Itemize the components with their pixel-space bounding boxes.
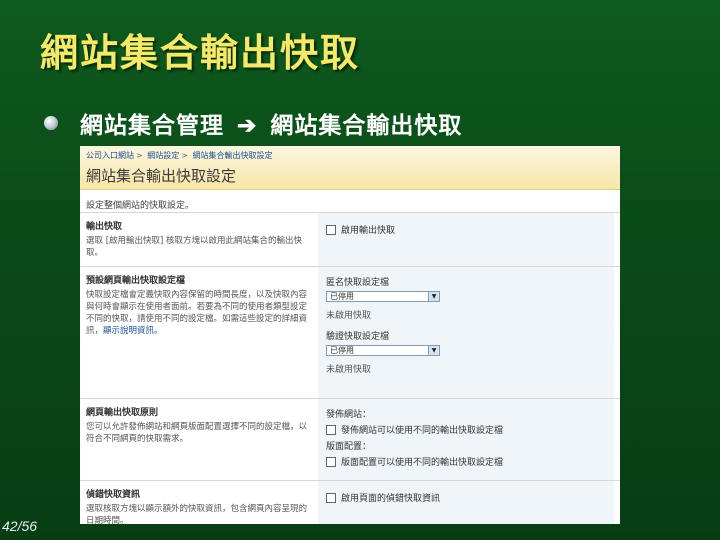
publishing-site-label: 發佈網站： [326, 410, 372, 420]
cache-status-note: 未啟用快取 [326, 311, 372, 321]
checkbox-icon[interactable] [326, 224, 336, 235]
publishing-site-checkbox[interactable]: 發佈網站可以使用不同的輸出快取設定檔 [326, 423, 606, 436]
section-default-cache-profile: 預設網頁輸出快取設定檔 快取設定檔會定義快取內容保留的時間長度，以及快取內容與何… [80, 266, 620, 399]
section-debug-cache-info: 偵錯快取資訊 選取核取方塊以顯示額外的快取資訊，包含網頁內容呈現的日期時間。 啟… [80, 480, 620, 524]
section-title: 預設網頁輸出快取設定檔 [86, 276, 186, 286]
section-description: 您可以允許發佈網站和網頁版面配置選擇不同的設定檔，以符合不同網頁的快取需求。 [86, 422, 308, 444]
section-title: 輸出快取 [86, 222, 123, 232]
debug-cache-checkbox[interactable]: 啟用頁面的偵錯快取資訊 [326, 491, 606, 504]
checkbox-icon[interactable] [326, 456, 336, 467]
bullet-left-text: 網站集合管理 [80, 112, 224, 139]
breadcrumb-item: 網站集合輸出快取設定 [192, 151, 273, 160]
section-description: 選取核取方塊以顯示額外的快取資訊，包含網頁內容呈現的日期時間。 [86, 504, 308, 524]
page-title: 網站集合輸出快取設定 [86, 167, 237, 185]
bullet-item: 網站集合管理 ➔ 網站集合輸出快取 [44, 106, 462, 140]
page-layout-label: 版面配置： [326, 442, 372, 452]
arrow-right-icon: ➔ [237, 112, 258, 139]
chevron-down-icon[interactable]: ▼ [428, 292, 439, 301]
section-output-cache: 輸出快取 選取 [啟用輸出快取] 核取方塊以啟用此網站集合的輸出快取。 啟用輸出… [80, 212, 620, 267]
breadcrumb: 公司入口網站 > 網站設定 > 網站集合輸出快取設定 [86, 151, 273, 160]
cache-status-note: 未啟用快取 [326, 365, 372, 375]
page-number: 42/56 [2, 518, 38, 534]
page-header: 公司入口網站 > 網站設定 > 網站集合輸出快取設定 網站集合輸出快取設定 [80, 146, 620, 190]
breadcrumb-item[interactable]: 網站設定 [147, 151, 179, 160]
checkbox-icon[interactable] [326, 424, 336, 435]
section-title: 偵錯快取資訊 [86, 490, 141, 500]
authenticated-cache-profile-select[interactable]: 已停用 ▼ [326, 345, 440, 356]
bullet-text: 網站集合管理 ➔ 網站集合輸出快取 [80, 106, 462, 140]
anonymous-cache-profile-label: 匿名快取設定檔 [326, 278, 390, 288]
enable-output-cache-checkbox[interactable]: 啟用輸出快取 [326, 223, 606, 236]
checkbox-icon[interactable] [326, 492, 336, 503]
page-layout-checkbox[interactable]: 版面配置可以使用不同的輸出快取設定檔 [326, 455, 606, 468]
authenticated-cache-profile-label: 驗證快取設定檔 [326, 332, 390, 342]
section-description: 選取 [啟用輸出快取] 核取方塊以啟用此網站集合的輸出快取。 [86, 236, 303, 258]
slide-title: 網站集合輸出快取 [40, 30, 361, 75]
section-page-cache-policy: 網頁輸出快取原則 您可以允許發佈網站和網頁版面配置選擇不同的設定檔，以符合不同網… [80, 398, 620, 481]
settings-screenshot: 公司入口網站 > 網站設定 > 網站集合輸出快取設定 網站集合輸出快取設定 設定整個… [80, 146, 620, 524]
section-title: 網頁輸出快取原則 [86, 408, 159, 418]
bullet-right-text: 網站集合輸出快取 [270, 112, 463, 139]
breadcrumb-item[interactable]: 公司入口網站 [86, 151, 134, 160]
anonymous-cache-profile-select[interactable]: 已停用 ▼ [326, 291, 440, 302]
bullet-icon [44, 116, 58, 130]
chevron-down-icon[interactable]: ▼ [428, 346, 439, 355]
section-description: 快取設定檔會定義快取內容保留的時間長度，以及快取內容與何時會顯示在使用者面前。若… [86, 290, 308, 336]
help-link[interactable]: 顯示說明資訊。 [103, 326, 163, 336]
